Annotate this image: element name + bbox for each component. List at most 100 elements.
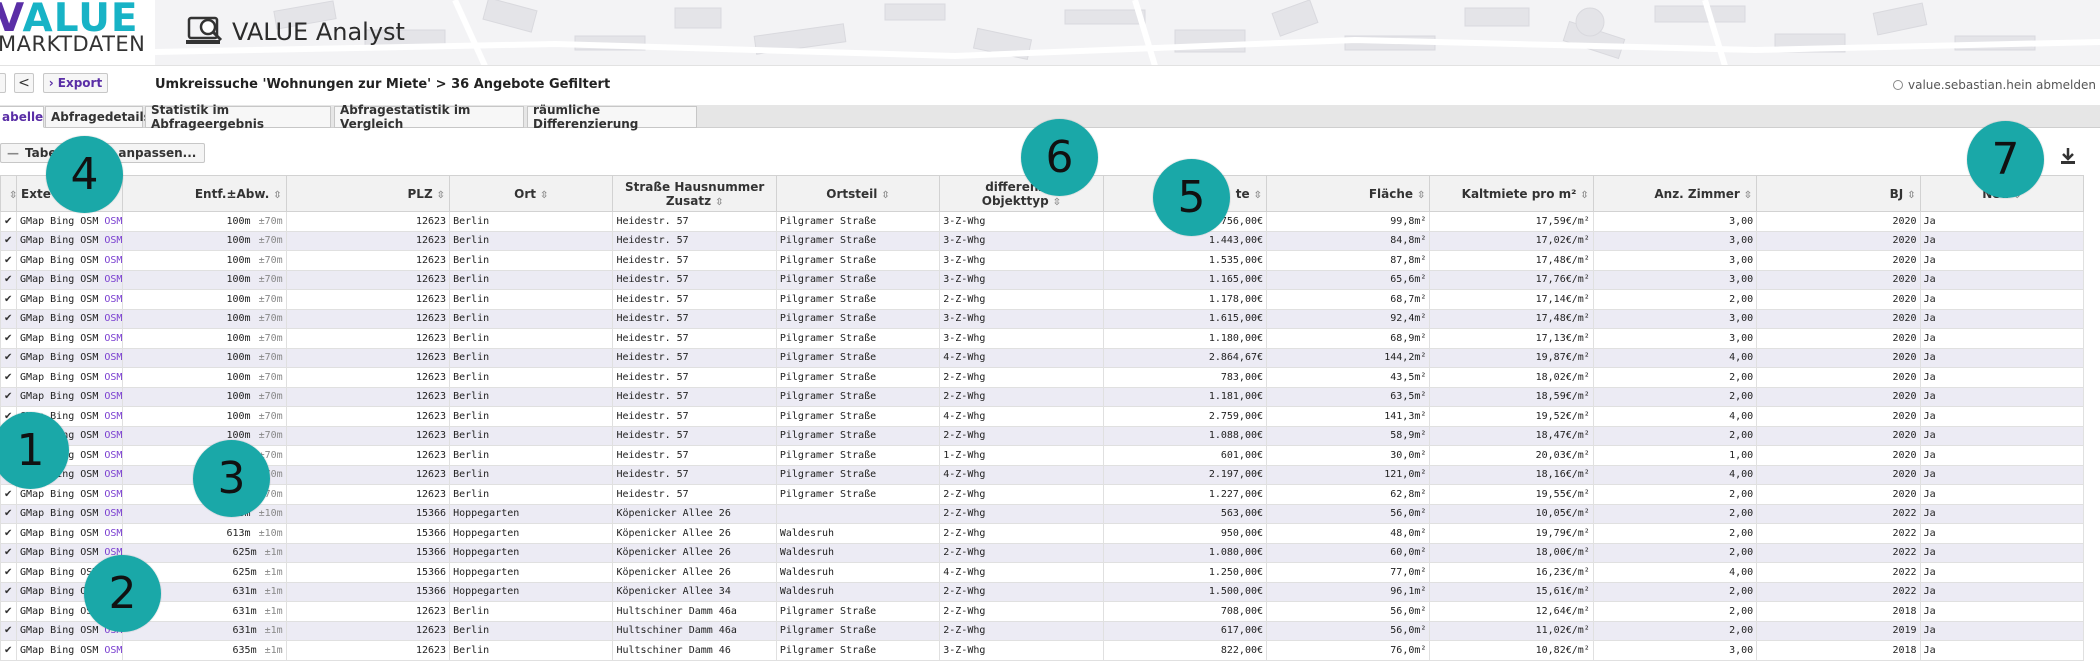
table-row[interactable]: ✔GMap Bing OSM OSMX635m±1m12623BerlinHul… (0, 640, 2084, 661)
bing-link[interactable]: Bing (50, 625, 74, 636)
gmap-link[interactable]: GMap (20, 567, 44, 578)
row-select-cell[interactable]: ✔ (0, 484, 18, 505)
gmap-link[interactable]: GMap (20, 274, 44, 285)
tab-abfragedetails[interactable]: Abfragedetails (45, 106, 151, 128)
osmx-link[interactable]: OSMX (104, 255, 121, 266)
table-row[interactable]: ✔GMap Bing OSM OSMX613m±10m15366Hoppegar… (0, 503, 2084, 524)
row-select-cell[interactable]: ✔ (0, 640, 18, 661)
bing-link[interactable]: Bing (50, 352, 74, 363)
bing-link[interactable]: Bing (50, 294, 74, 305)
row-select-cell[interactable]: ✔ (0, 620, 18, 641)
osmx-link[interactable]: OSMX (104, 372, 121, 383)
table-row[interactable]: ✔GMap Bing OSM OSMX100m±70m12623BerlinHe… (0, 406, 2084, 427)
table-row[interactable]: ✔GMap Bing OSM OSMX100m±70m12623BerlinHe… (0, 484, 2084, 505)
table-row[interactable]: ✔GMap Bing OSM OSMX100m±70m12623BerlinHe… (0, 386, 2084, 407)
osmx-link[interactable]: OSMX (104, 411, 121, 422)
osm-link[interactable]: OSM (80, 430, 98, 441)
osm-link[interactable]: OSM (80, 508, 98, 519)
table-row[interactable]: ✔GMap Bing OSM OSMX100m±70m12623BerlinHe… (0, 445, 2084, 466)
osmx-link[interactable]: OSMX (104, 235, 121, 246)
gmap-link[interactable]: GMap (20, 528, 44, 539)
gmap-link[interactable]: GMap (20, 508, 44, 519)
table-row[interactable]: ✔GMap Bing OSM OSMX625m±1m15366Hoppegart… (0, 542, 2084, 563)
osmx-link[interactable]: OSMX (104, 216, 121, 227)
export-button[interactable]: › Export (43, 73, 108, 93)
menu-button[interactable] (0, 73, 6, 93)
osmx-link[interactable]: OSMX (104, 508, 121, 519)
bing-link[interactable]: Bing (50, 274, 74, 285)
osm-link[interactable]: OSM (80, 547, 98, 558)
col-entfernung[interactable]: Entf.±Abw. ⇳ (122, 175, 287, 212)
osm-link[interactable]: OSM (80, 450, 98, 461)
col-bj[interactable]: BJ ⇳ (1756, 175, 1921, 212)
osmx-link[interactable]: OSMX (104, 294, 121, 305)
bing-link[interactable]: Bing (50, 489, 74, 500)
table-row[interactable]: ✔GMap Bing OSM OSMX100m±70m12623BerlinHe… (0, 289, 2084, 310)
gmap-link[interactable]: GMap (20, 547, 44, 558)
gmap-link[interactable]: GMap (20, 333, 44, 344)
row-select-cell[interactable]: ✔ (0, 347, 18, 368)
col-zimmer[interactable]: Anz. Zimmer ⇳ (1592, 175, 1758, 212)
row-select-cell[interactable]: ✔ (0, 211, 18, 232)
col-flaeche[interactable]: Fläche ⇳ (1266, 175, 1431, 212)
col-plz[interactable]: PLZ ⇳ (285, 175, 451, 212)
osm-link[interactable]: OSM (80, 313, 98, 324)
tab-tabelle[interactable]: abelle (0, 106, 44, 128)
col-ortsteil[interactable]: Ortsteil ⇳ (775, 175, 941, 212)
row-select-cell[interactable]: ✔ (0, 269, 18, 290)
row-select-cell[interactable]: ✔ (0, 386, 18, 407)
osmx-link[interactable]: OSMX (104, 645, 121, 656)
gmap-link[interactable]: GMap (20, 645, 44, 656)
osm-link[interactable]: OSM (80, 274, 98, 285)
osmx-link[interactable]: OSMX (104, 450, 121, 461)
gmap-link[interactable]: GMap (20, 313, 44, 324)
osmx-link[interactable]: OSMX (104, 333, 121, 344)
bing-link[interactable]: Bing (50, 255, 74, 266)
osmx-link[interactable]: OSMX (104, 391, 121, 402)
osm-link[interactable]: OSM (80, 411, 98, 422)
osmx-link[interactable]: OSMX (104, 313, 121, 324)
table-row[interactable]: ✔GMap Bing OSM OSMX100m±70m12623BerlinHe… (0, 308, 2084, 329)
osmx-link[interactable]: OSMX (104, 430, 121, 441)
bing-link[interactable]: Bing (50, 333, 74, 344)
table-row[interactable]: ✔GMap Bing OSM OSMX100m±70m12623BerlinHe… (0, 269, 2084, 290)
col-kaltmiete-qm[interactable]: Kaltmiete pro m² ⇳ (1429, 175, 1594, 212)
row-select-cell[interactable]: ✔ (0, 542, 18, 563)
bing-link[interactable]: Bing (50, 528, 74, 539)
gmap-link[interactable]: GMap (20, 294, 44, 305)
col-select[interactable]: ⇳ (0, 175, 17, 212)
row-select-cell[interactable]: ✔ (0, 289, 18, 310)
row-select-cell[interactable]: ✔ (0, 367, 18, 388)
osm-link[interactable]: OSM (80, 294, 98, 305)
table-row[interactable]: ✔GMap Bing OSM OSMX100m±70m12623BerlinHe… (0, 250, 2084, 271)
table-row[interactable]: ✔GMap Bing OSM OSMX631m±1m12623BerlinHul… (0, 601, 2084, 622)
osm-link[interactable]: OSM (80, 489, 98, 500)
table-row[interactable]: ✔GMap Bing OSM OSMX100m±70m12623BerlinHe… (0, 347, 2084, 368)
osm-link[interactable]: OSM (80, 625, 98, 636)
osm-link[interactable]: OSM (80, 469, 98, 480)
osm-link[interactable]: OSM (80, 333, 98, 344)
user-logout[interactable]: value.sebastian.hein abmelden (1893, 78, 2096, 92)
gmap-link[interactable]: GMap (20, 606, 44, 617)
osm-link[interactable]: OSM (80, 235, 98, 246)
bing-link[interactable]: Bing (50, 216, 74, 227)
osm-link[interactable]: OSM (80, 255, 98, 266)
back-button[interactable]: < (14, 73, 34, 93)
row-select-cell[interactable]: ✔ (0, 562, 18, 583)
row-select-cell[interactable]: ✔ (0, 503, 18, 524)
table-row[interactable]: ✔GMap Bing OSM OSMX100m±70m12623BerlinHe… (0, 211, 2084, 232)
tab-raeumliche-differenzierung[interactable]: räumliche Differenzierung (527, 103, 697, 131)
table-row[interactable]: ✔GMap Bing OSM OSMX631m±1m12623BerlinHul… (0, 620, 2084, 641)
table-row[interactable]: ✔GMap Bing OSM OSMX100m±70m12623BerlinHe… (0, 230, 2084, 251)
gmap-link[interactable]: GMap (20, 235, 44, 246)
gmap-link[interactable]: GMap (20, 372, 44, 383)
row-select-cell[interactable]: ✔ (0, 230, 18, 251)
table-row[interactable]: ✔GMap Bing OSM OSMX100m±70m12623BerlinHe… (0, 464, 2084, 485)
gmap-link[interactable]: GMap (20, 391, 44, 402)
osm-link[interactable]: OSM (80, 391, 98, 402)
bing-link[interactable]: Bing (50, 372, 74, 383)
gmap-link[interactable]: GMap (20, 255, 44, 266)
osmx-link[interactable]: OSMX (104, 274, 121, 285)
osmx-link[interactable]: OSMX (104, 469, 121, 480)
table-row[interactable]: ✔GMap Bing OSM OSMX100m±70m12623BerlinHe… (0, 328, 2084, 349)
